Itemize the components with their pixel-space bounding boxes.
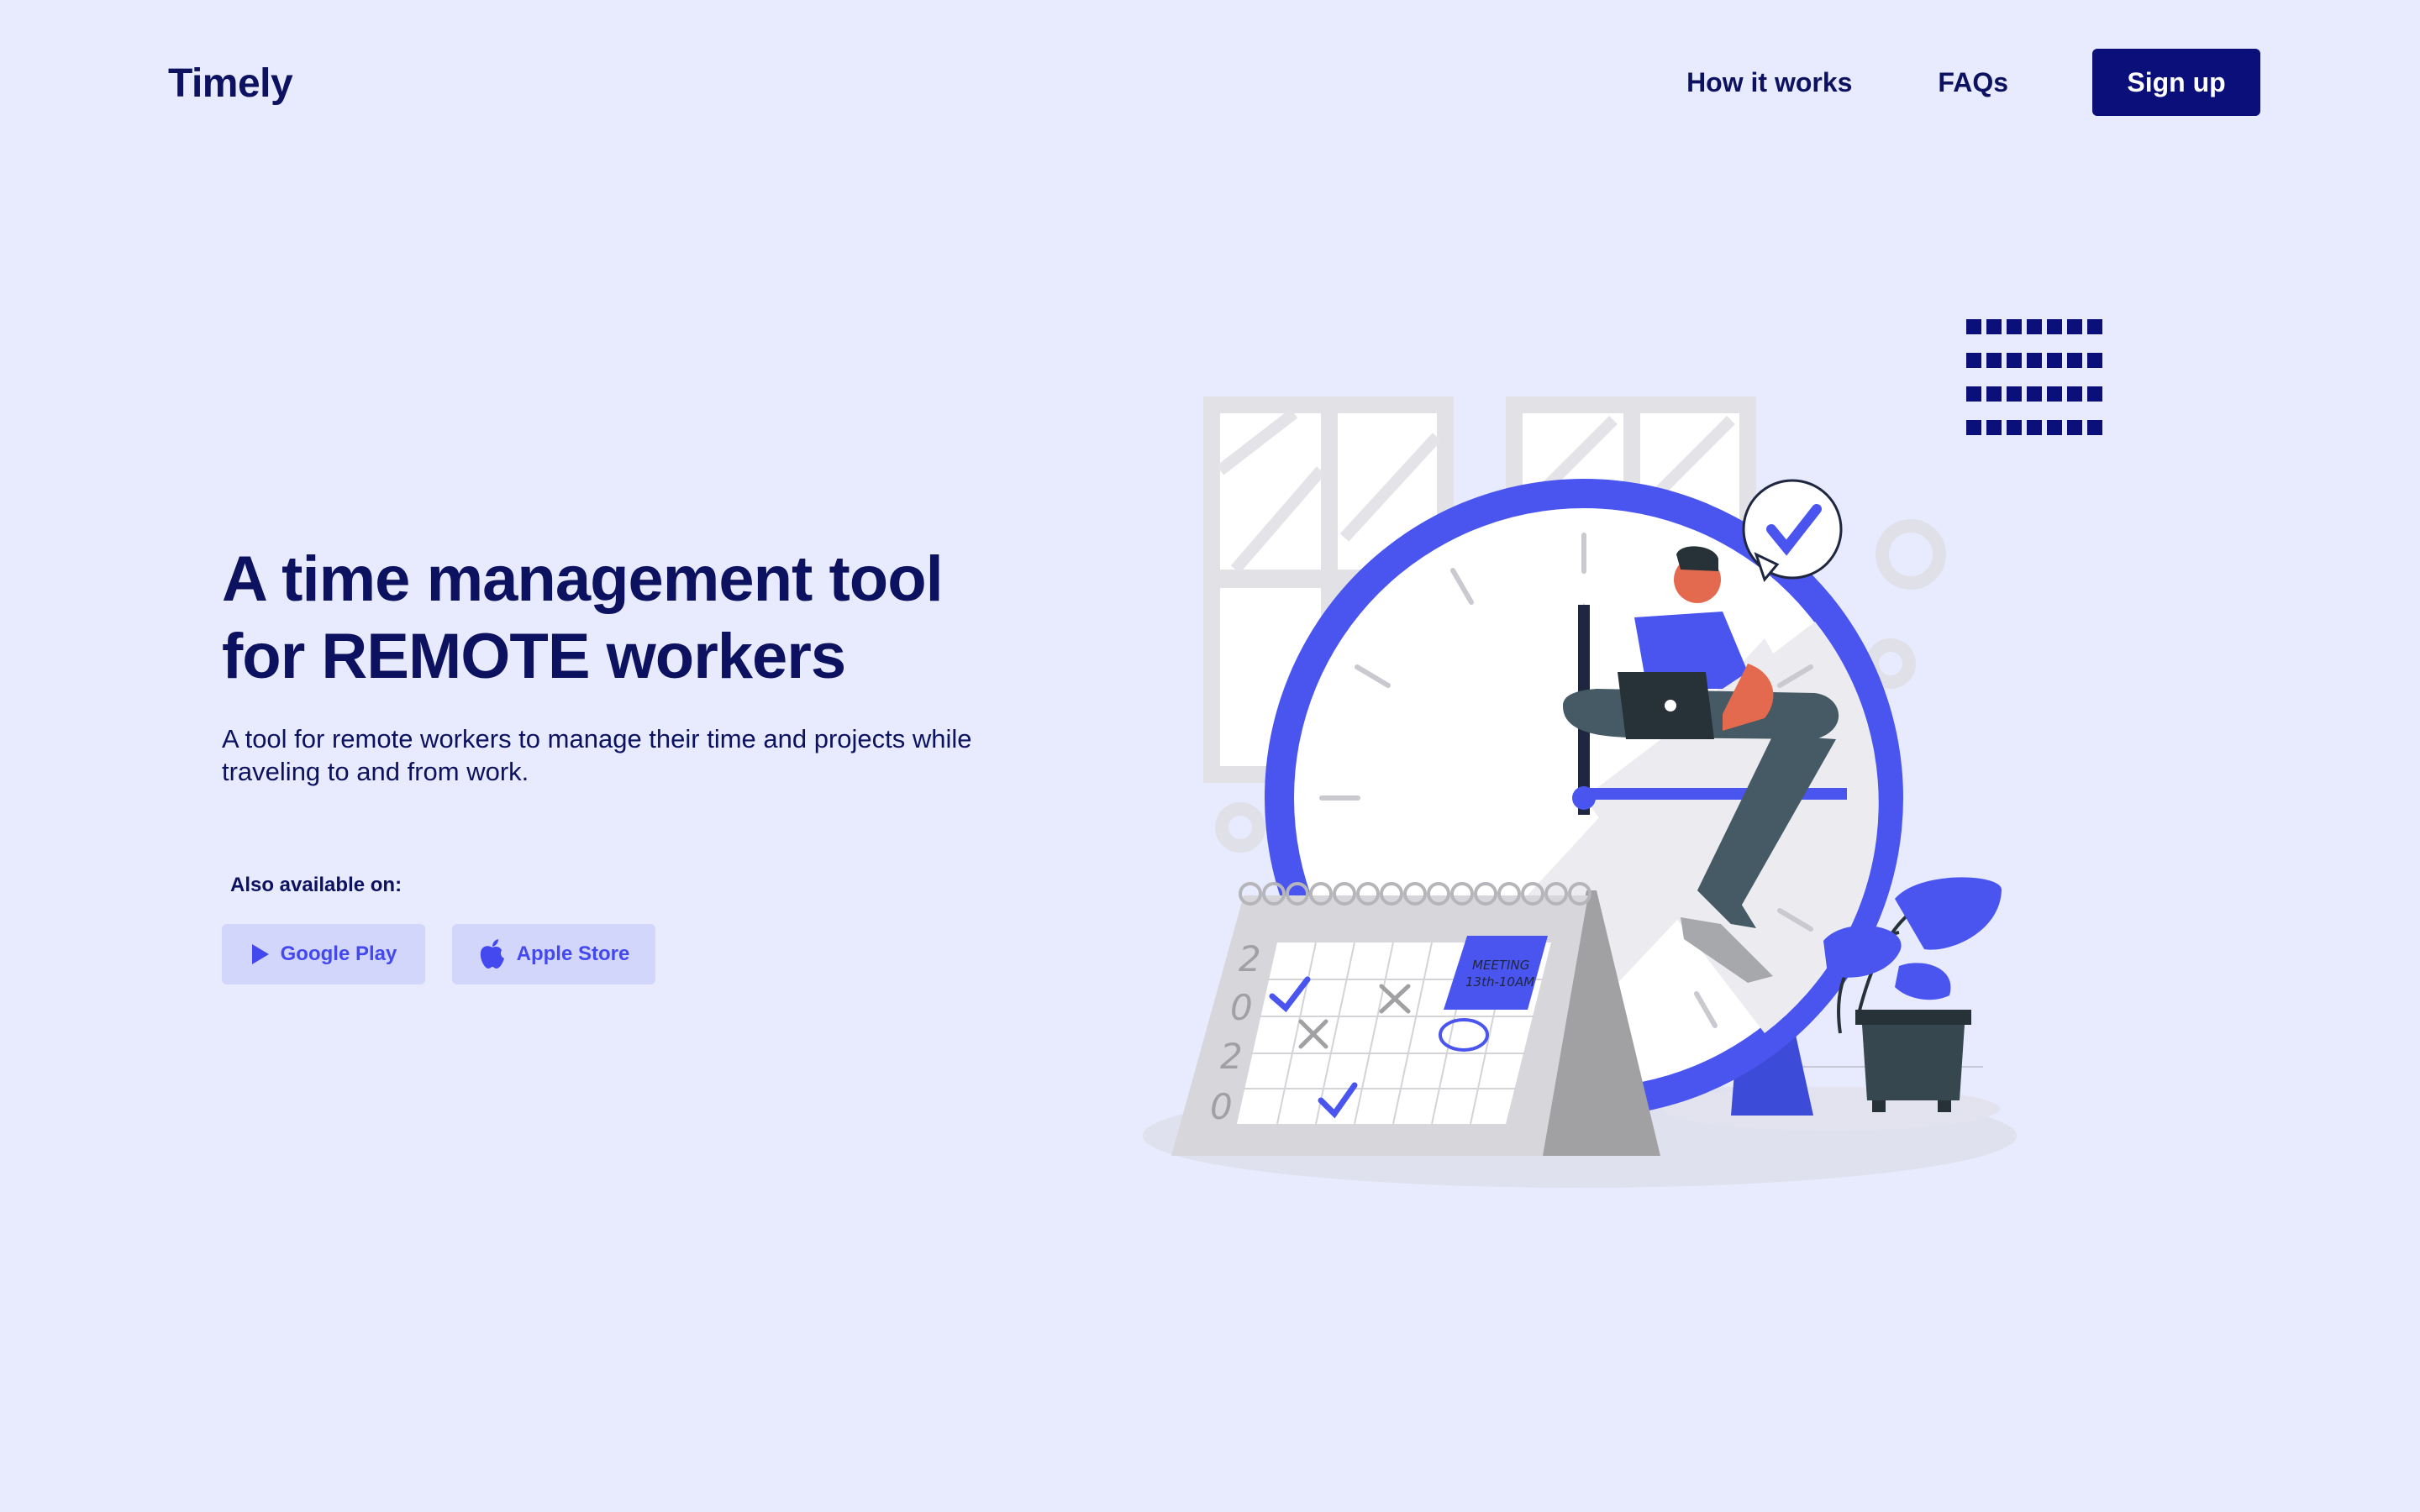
google-play-button[interactable]: Google Play bbox=[222, 924, 425, 984]
meeting-note-line-1: MEETING bbox=[1472, 958, 1529, 973]
check-bubble-icon bbox=[1742, 479, 1843, 583]
calendar-year-digit-1: 2 bbox=[1239, 938, 1261, 979]
signup-button[interactable]: Sign up bbox=[2092, 49, 2260, 116]
logo[interactable]: Timely bbox=[168, 60, 293, 107]
apple-icon bbox=[480, 939, 504, 969]
play-icon bbox=[251, 944, 269, 964]
nav-how-it-works[interactable]: How it works bbox=[1686, 67, 1852, 98]
hero-illustration: MEETING 13th-10AM 2 0 2 0 bbox=[1143, 396, 2017, 1188]
hero-title-line-2: for REMOTE workers bbox=[222, 621, 846, 692]
hero-title: A time management tool for REMOTE worker… bbox=[222, 541, 944, 696]
calendar-year-digit-4: 0 bbox=[1210, 1086, 1233, 1127]
top-nav: How it works FAQs Sign up bbox=[1686, 49, 2260, 116]
apple-store-label: Apple Store bbox=[516, 942, 630, 965]
calendar-icon: MEETING 13th-10AM 2 0 2 0 bbox=[1171, 882, 1660, 1156]
hero-subtitle: A tool for remote workers to manage thei… bbox=[222, 724, 972, 786]
google-play-label: Google Play bbox=[280, 942, 397, 965]
apple-store-button[interactable]: Apple Store bbox=[452, 924, 655, 984]
available-on-label: Also available on: bbox=[230, 874, 402, 896]
calendar-year-digit-2: 0 bbox=[1230, 987, 1253, 1028]
nav-faqs[interactable]: FAQs bbox=[1938, 67, 2008, 98]
meeting-note-line-2: 13th-10AM bbox=[1465, 974, 1534, 990]
hero-title-line-1: A time management tool bbox=[222, 543, 944, 615]
calendar-year-digit-3: 2 bbox=[1220, 1036, 1243, 1077]
